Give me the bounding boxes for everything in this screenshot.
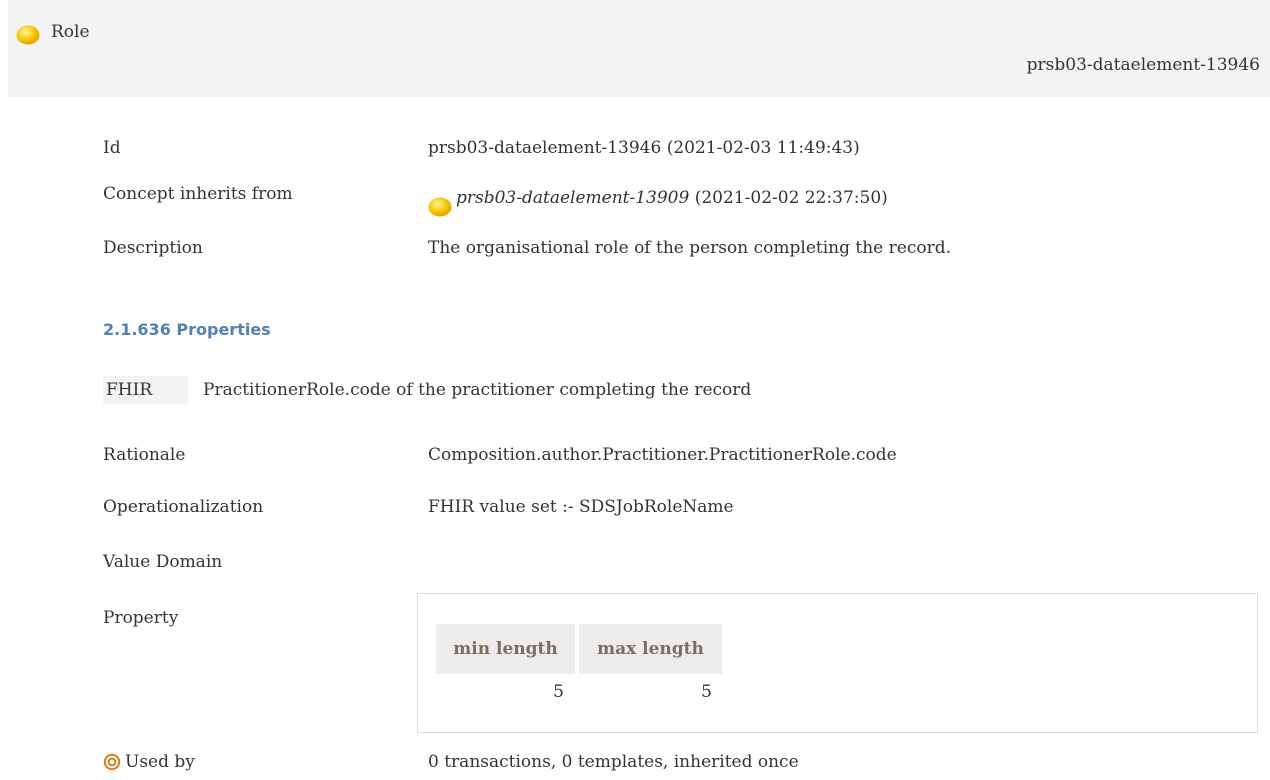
inherits-row: Concept inherits from prsb03-dataelement… (103, 184, 1253, 217)
id-value: prsb03-dataelement-13946 (2021-02-03 11:… (428, 138, 860, 158)
max-length-header: max length (579, 624, 722, 674)
rationale-row: Rationale Composition.author.Practitione… (103, 445, 1253, 471)
property-label: Property (103, 608, 179, 628)
description-value: The organisational role of the person co… (428, 238, 951, 258)
property-box: min length max length 5 5 (417, 593, 1258, 733)
target-icon (103, 753, 121, 771)
used-by-label: Used by (125, 752, 195, 772)
operationalization-row: Operationalization FHIR value set :- SDS… (103, 497, 1253, 523)
concept-header: Role prsb03-dataelement-13946 (8, 0, 1270, 97)
inherits-date: (2021-02-02 22:37:50) (689, 188, 888, 208)
operationalization-label: Operationalization (103, 497, 264, 517)
concept-id-header: prsb03-dataelement-13946 (1026, 55, 1260, 75)
inherited-concept-dot-icon (428, 197, 452, 217)
concept-title: Role (51, 22, 90, 42)
value-domain-label: Value Domain (103, 552, 223, 572)
min-length-value: 5 (553, 682, 564, 702)
inherits-value: prsb03-dataelement-13909 (2021-02-02 22:… (428, 188, 888, 217)
id-label: Id (103, 138, 121, 158)
inherits-link[interactable]: prsb03-dataelement-13909 (456, 188, 689, 208)
inherits-label: Concept inherits from (103, 184, 293, 204)
fhir-text: PractitionerRole.code of the practitione… (203, 380, 752, 400)
used-by-value: 0 transactions, 0 templates, inherited o… (428, 752, 799, 772)
fhir-tag: FHIR (103, 376, 188, 404)
properties-heading: 2.1.636 Properties (103, 320, 271, 339)
max-length-value: 5 (701, 682, 712, 702)
rationale-value: Composition.author.Practitioner.Practiti… (428, 445, 897, 465)
operationalization-value: FHIR value set :- SDSJobRoleName (428, 497, 734, 517)
rationale-label: Rationale (103, 445, 186, 465)
min-length-header: min length (436, 624, 575, 674)
description-row: Description The organisational role of t… (103, 238, 1253, 264)
value-domain-row: Value Domain (103, 552, 1253, 578)
id-row: Id prsb03-dataelement-13946 (2021-02-03 … (103, 138, 1253, 164)
concept-dot-icon (16, 25, 40, 45)
description-label: Description (103, 238, 203, 258)
